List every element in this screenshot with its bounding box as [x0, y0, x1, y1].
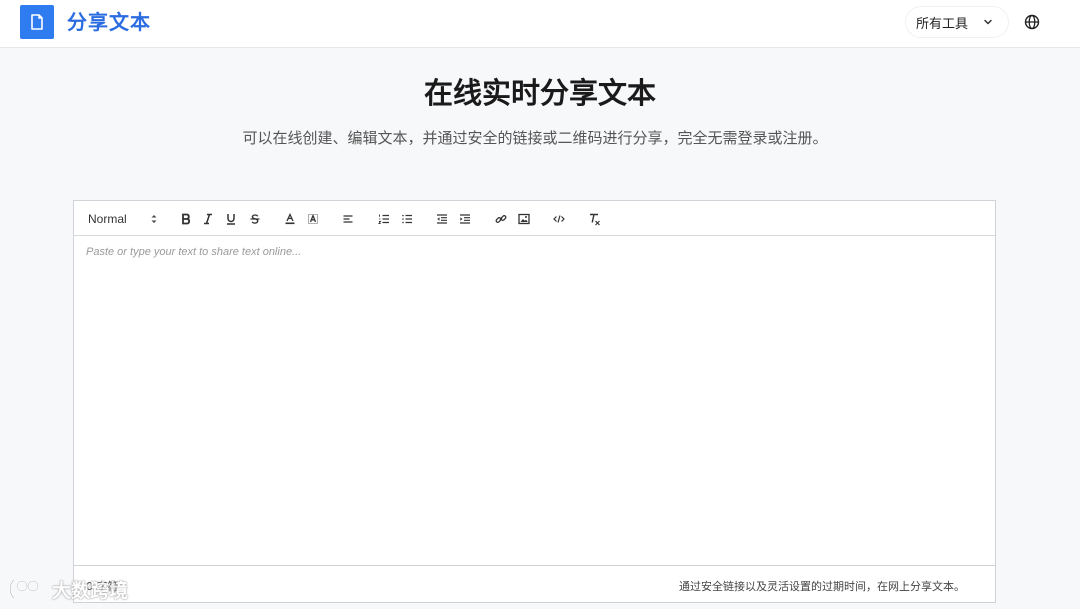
image-icon	[518, 213, 530, 225]
background-color-icon	[308, 213, 318, 224]
page-title: 在线实时分享文本	[423, 76, 656, 110]
editor-footer: 0 字符 通过安全链接以及灵活设置的过期时间，在网上分享文本。	[74, 565, 995, 602]
underline-icon	[227, 214, 235, 225]
logo[interactable]	[20, 5, 54, 39]
indent-icon	[460, 214, 470, 224]
code-button[interactable]	[549, 209, 569, 229]
bold-icon	[182, 213, 190, 225]
bullet-list-button[interactable]	[397, 209, 417, 229]
ordered-list-icon	[378, 214, 389, 224]
text-editor: Normal Paste or type your text to share …	[73, 200, 996, 603]
bullet-list-icon	[402, 214, 412, 224]
indent-button[interactable]	[455, 209, 475, 229]
align-button[interactable]	[338, 209, 358, 229]
format-select[interactable]: Normal	[82, 208, 162, 230]
all-tools-label: 所有工具	[916, 16, 969, 32]
strikethrough-button[interactable]	[245, 209, 265, 229]
text-color-icon	[285, 213, 295, 225]
link-button[interactable]	[491, 209, 511, 229]
link-icon	[495, 215, 507, 223]
watermark: 大数跨境	[8, 574, 128, 604]
app-title[interactable]: 分享文本	[67, 9, 151, 35]
bold-button[interactable]	[176, 209, 196, 229]
watermark-text: 大数跨境	[52, 579, 129, 602]
code-icon	[553, 215, 565, 223]
italic-icon	[204, 213, 212, 225]
language-button[interactable]	[1017, 7, 1047, 37]
page-subtitle: 可以在线创建、编辑文本，并通过安全的链接或二维码进行分享，完全无需登录或注册。	[242, 129, 828, 147]
image-button[interactable]	[514, 209, 534, 229]
footer-note: 通过安全链接以及灵活设置的过期时间，在网上分享文本。	[679, 580, 965, 593]
globe-icon	[1024, 14, 1040, 30]
italic-button[interactable]	[198, 209, 218, 229]
format-select-value: Normal	[88, 212, 127, 226]
watermark-logo-icon	[9, 579, 40, 599]
chevron-down-icon	[984, 19, 992, 25]
clear-format-button[interactable]	[584, 209, 604, 229]
outdent-icon	[437, 214, 447, 224]
text-input-area[interactable]: Paste or type your text to share text on…	[74, 237, 995, 565]
all-tools-dropdown[interactable]: 所有工具	[906, 7, 1008, 37]
outdent-button[interactable]	[432, 209, 452, 229]
clear-format-icon	[589, 213, 600, 225]
background-color-button[interactable]	[303, 209, 323, 229]
strikethrough-icon	[250, 214, 260, 224]
top-header: 分享文本 所有工具	[0, 0, 1080, 48]
align-icon	[343, 215, 353, 223]
document-icon	[31, 14, 43, 30]
editor-placeholder: Paste or type your text to share text on…	[86, 246, 302, 258]
select-arrows-icon	[151, 215, 157, 223]
underline-button[interactable]	[221, 209, 241, 229]
editor-toolbar: Normal	[74, 201, 995, 236]
ordered-list-button[interactable]	[374, 209, 394, 229]
text-color-button[interactable]	[280, 209, 300, 229]
